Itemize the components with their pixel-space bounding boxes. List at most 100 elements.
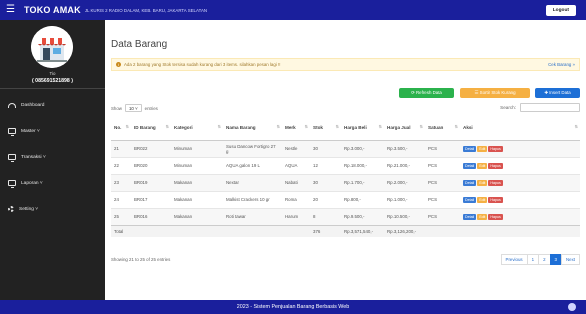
sort-icon: ⇅ — [125, 124, 129, 129]
monitor-icon — [8, 180, 16, 188]
sidebar-item-transaksi[interactable]: Transaksi ˅ — [0, 144, 105, 170]
cell-kategori: Minuman — [171, 139, 223, 157]
cell-aksi: Detail Edit Hapus — [460, 156, 580, 174]
store-address: JL KURIS 2 RADIO DALAM, KEB. BARU, JAKAR… — [84, 7, 208, 13]
edit-button[interactable]: Edit — [477, 179, 488, 186]
cell-merk: Harum — [282, 207, 310, 225]
sidebar-item-label: Setting ˅ — [19, 206, 39, 212]
sort-icon: ⇅ — [378, 124, 382, 129]
column-header[interactable]: Nama Barang ⇅ — [223, 115, 282, 141]
pagination-previous[interactable]: Previous — [500, 254, 528, 265]
gear-icon — [8, 206, 14, 212]
search-input[interactable] — [520, 103, 580, 112]
detail-button[interactable]: Detail — [463, 162, 477, 169]
column-header[interactable]: Stok ⇅ — [310, 115, 341, 141]
alert-text: Ada 2 barang yang Stok tersisa sudah kur… — [124, 62, 281, 67]
cell-harga-jual: Rp.1.000,- — [384, 190, 425, 208]
cell-kategori: Makanan — [171, 173, 223, 191]
pagination-next[interactable]: Next — [560, 254, 580, 265]
cell-no: 21 — [111, 139, 131, 157]
delete-button[interactable]: Hapus — [488, 179, 503, 186]
column-header[interactable]: Merk ⇅ — [282, 115, 310, 141]
footer: 2023 - Sistem Penjualan Barang Berbasis … — [0, 300, 586, 314]
cell-aksi: Detail Edit Hapus — [460, 190, 580, 208]
brand-title: TOKO AMAK — [24, 5, 81, 15]
column-header[interactable]: Harga Jual ⇅ — [384, 115, 425, 141]
column-header[interactable]: Satuan ⇅ — [425, 115, 460, 141]
column-header[interactable]: No. ⇅ — [111, 115, 131, 141]
cell-no: 24 — [111, 190, 131, 208]
table-row: 22 BR020 Minuman AQUA galon 19 L AQUA 12… — [111, 156, 580, 174]
sidebar-item-label: Master ˅ — [21, 128, 40, 134]
sidebar-item-dashboard[interactable]: Dashboard — [0, 92, 105, 118]
cell-stok: 20 — [310, 190, 341, 208]
delete-button[interactable]: Hapus — [488, 162, 503, 169]
cell-id: BR019 — [131, 173, 171, 191]
check-items-link[interactable]: Cek Barang » — [548, 62, 575, 67]
total-empty — [425, 224, 580, 237]
cell-harga-jual: Rp.2.000,- — [384, 173, 425, 191]
sidebar-menu: Dashboard Master ˅ Transaksi ˅ Laporan ˅… — [0, 92, 105, 222]
delete-button[interactable]: Hapus — [488, 213, 503, 220]
cell-satuan: PCS — [425, 139, 460, 157]
search-label: Search: — [500, 105, 516, 110]
column-header[interactable]: Kategori ⇅ — [171, 115, 223, 141]
sidebar-item-label: Laporan ˅ — [21, 180, 43, 186]
cell-nama: Susu Dancow Fortigro 27 g — [223, 139, 282, 157]
hamburger-menu-icon[interactable]: ☰ — [6, 5, 18, 15]
cell-id: BR020 — [131, 156, 171, 174]
cell-no: 22 — [111, 156, 131, 174]
entries-length-control: Show 10 ˅ entries — [111, 104, 158, 112]
cell-aksi: Detail Edit Hapus — [460, 173, 580, 191]
edit-button[interactable]: Edit — [477, 145, 488, 152]
edit-button[interactable]: Edit — [477, 213, 488, 220]
detail-button[interactable]: Detail — [463, 179, 477, 186]
footer-text: 2023 - Sistem Penjualan Barang Berbasis … — [236, 304, 350, 310]
cell-aksi: Detail Edit Hapus — [460, 207, 580, 225]
sidebar-item-laporan[interactable]: Laporan ˅ — [0, 170, 105, 196]
page-title: Data Barang — [111, 39, 168, 50]
entries-select[interactable]: 10 ˅ — [124, 104, 142, 112]
chevron-down-icon: ˅ — [133, 105, 138, 111]
monitor-icon — [8, 154, 16, 162]
scroll-to-top-icon[interactable] — [568, 303, 576, 311]
sidebar: Tio ( 085691521898 ) Dashboard Master ˅ … — [0, 20, 105, 300]
sidebar-item-master[interactable]: Master ˅ — [0, 118, 105, 144]
detail-button[interactable]: Detail — [463, 145, 477, 152]
cell-merk: Nabati — [282, 173, 310, 191]
sidebar-item-label: Transaksi ˅ — [21, 154, 46, 160]
logout-button[interactable]: Logout — [545, 5, 576, 16]
column-header[interactable]: Harga Beli ⇅ — [341, 115, 384, 141]
table-row: 21 BR022 Minuman Susu Dancow Fortigro 27… — [111, 139, 580, 157]
cell-stok: 12 — [310, 156, 341, 174]
info-icon: i — [116, 62, 121, 67]
cell-satuan: PCS — [425, 207, 460, 225]
cell-satuan: PCS — [425, 190, 460, 208]
cell-id: BR022 — [131, 139, 171, 157]
edit-button[interactable]: Edit — [477, 162, 488, 169]
cell-kategori: Makanan — [171, 207, 223, 225]
column-header[interactable]: ID Barang ⇅ — [131, 115, 171, 141]
show-label: Show — [111, 105, 122, 111]
table-row: 23 BR019 Makanan Nextar Nabati 30 Rp.1.7… — [111, 173, 580, 191]
sort-icon: ⇅ — [217, 124, 221, 129]
edit-button[interactable]: Edit — [477, 196, 488, 203]
detail-button[interactable]: Detail — [463, 213, 477, 220]
sidebar-item-setting[interactable]: Setting ˅ — [0, 196, 105, 222]
cell-merk: Roma — [282, 190, 310, 208]
sort-icon: ⇅ — [335, 124, 339, 129]
cell-no: 23 — [111, 173, 131, 191]
cell-harga-jual: Rp.3.500,- — [384, 139, 425, 157]
total-harga-beli: Rp.3,571,540,- — [341, 224, 384, 237]
sort-low-stock-button[interactable]: ☰ Sortir Stok Kurang — [460, 88, 530, 98]
shop-logo — [31, 26, 73, 68]
refresh-data-button[interactable]: ⟳ Refresh Data — [399, 88, 454, 98]
column-header[interactable]: Aksi ⇅ — [460, 115, 580, 141]
total-harga-jual: Rp.3,126,200,- — [384, 224, 425, 237]
insert-data-button[interactable]: ✚ Insert Data — [535, 88, 580, 98]
dashboard-icon — [8, 102, 16, 108]
detail-button[interactable]: Detail — [463, 196, 477, 203]
cell-harga-jual: Rp.10.500,- — [384, 207, 425, 225]
delete-button[interactable]: Hapus — [488, 196, 503, 203]
delete-button[interactable]: Hapus — [488, 145, 503, 152]
